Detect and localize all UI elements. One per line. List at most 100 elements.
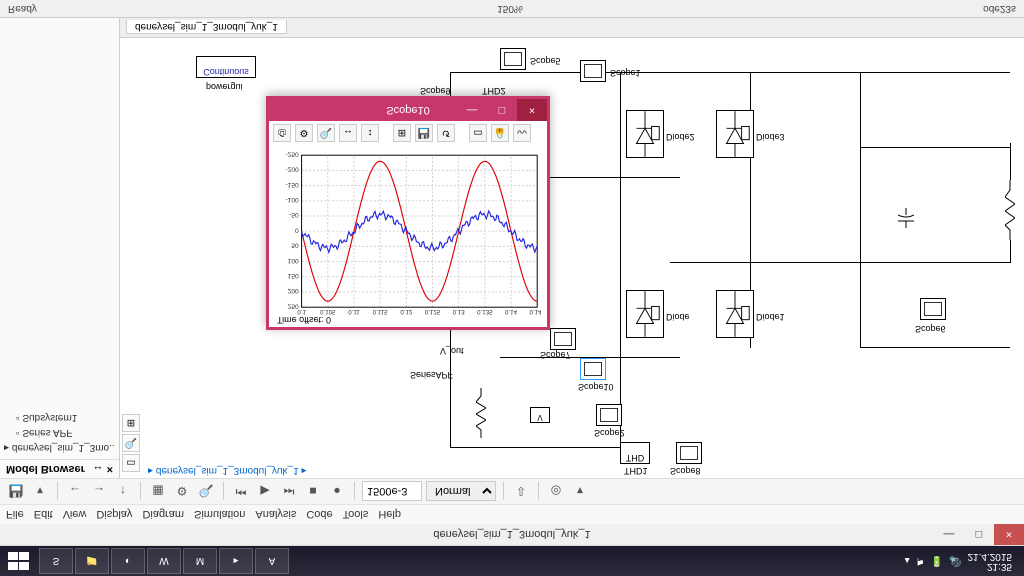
canvas-tab[interactable]: deneysel_sim_1_3modul_yuk_1: [126, 21, 287, 35]
menu-display[interactable]: Display: [96, 509, 132, 521]
menu-edit[interactable]: Edit: [34, 509, 53, 521]
svg-text:-100: -100: [285, 196, 299, 203]
diode-block[interactable]: [626, 290, 664, 338]
tray-icon[interactable]: ▴: [905, 556, 910, 567]
scope-titlebar: Scope10 — □ ×: [269, 99, 547, 121]
scope-zoomx-icon[interactable]: ↔: [339, 124, 357, 142]
save-button[interactable]: 💾: [6, 482, 26, 502]
taskbar-app[interactable]: W: [147, 548, 181, 574]
back-button[interactable]: ←: [65, 482, 85, 502]
scope-lock-icon[interactable]: 🔒: [491, 124, 509, 142]
menu-analysis[interactable]: Analysis: [255, 509, 296, 521]
tray-icon[interactable]: 🔋: [931, 556, 943, 567]
tree-item[interactable]: ▸ deneysel_sim_1_3mo...: [4, 440, 115, 455]
resistor-block[interactable]: [476, 388, 486, 438]
breadcrumb[interactable]: ▸ deneysel_sim_1_3modul_yuk_1 ▸: [148, 465, 307, 476]
menu-view[interactable]: View: [63, 509, 87, 521]
scope-zoomy-icon[interactable]: ↕: [361, 124, 379, 142]
browser-close-icon[interactable]: ↔ ×: [93, 463, 113, 475]
menu-tools[interactable]: Tools: [343, 509, 369, 521]
stop-button[interactable]: ■: [303, 482, 323, 502]
up-button[interactable]: ↑: [113, 482, 133, 502]
window-min-button[interactable]: —: [934, 524, 964, 546]
palette-fit[interactable]: ⊞: [122, 414, 140, 432]
diode1-block[interactable]: [716, 290, 754, 338]
config-button[interactable]: ⚙: [172, 482, 192, 502]
tree-item[interactable]: ▫ Subsystem1: [4, 410, 115, 425]
system-tray[interactable]: ▴ ⚑ 🔋 🔊 21:35 21.4.2015: [905, 551, 1020, 571]
scope-restore-icon[interactable]: ↺: [437, 124, 455, 142]
new-button[interactable]: ▾: [30, 482, 50, 502]
window-close-button[interactable]: ×: [994, 524, 1024, 546]
taskbar-app[interactable]: M: [183, 548, 217, 574]
svg-text:100: 100: [288, 257, 299, 264]
scope-float-icon[interactable]: ▭: [469, 124, 487, 142]
taskbar-app[interactable]: S: [39, 548, 73, 574]
diode2-block[interactable]: [626, 110, 664, 158]
scope-save-icon[interactable]: 💾: [415, 124, 433, 142]
scope-autoscale-icon[interactable]: ⊞: [393, 124, 411, 142]
powergui-block[interactable]: Continuous: [196, 56, 256, 78]
browser-tree[interactable]: ▸ deneysel_sim_1_3mo... ▫ Series APF ▫ S…: [0, 18, 119, 459]
scope-min-button[interactable]: —: [457, 99, 487, 121]
menu-help[interactable]: Help: [378, 509, 401, 521]
taskbar-app[interactable]: ◐: [111, 548, 145, 574]
model-browser: Model Browser ↔ × ▸ deneysel_sim_1_3mo...…: [0, 18, 120, 478]
scope7-block[interactable]: [550, 328, 576, 350]
run-button[interactable]: ▶: [255, 482, 275, 502]
voltage-measure[interactable]: V: [530, 407, 550, 423]
start-button[interactable]: [4, 548, 38, 574]
scope-max-button[interactable]: □: [487, 99, 517, 121]
tree-item[interactable]: ▫ Series APF: [4, 425, 115, 440]
menu-file[interactable]: File: [6, 509, 24, 521]
svg-text:0.11: 0.11: [348, 308, 360, 315]
target-button[interactable]: ◎: [546, 482, 566, 502]
record-button[interactable]: ●: [327, 482, 347, 502]
scope5-block[interactable]: [500, 48, 526, 70]
scope-zoom-icon[interactable]: 🔍: [317, 124, 335, 142]
scope-params-icon[interactable]: ⚙: [295, 124, 313, 142]
fwd-button[interactable]: →: [89, 482, 109, 502]
explorer-button[interactable]: 🔍: [196, 482, 216, 502]
deploy-button[interactable]: ▾: [570, 482, 590, 502]
stop-time-input[interactable]: [362, 482, 422, 502]
mode-select[interactable]: Normal: [426, 482, 496, 502]
step-fwd-button[interactable]: ⏭: [279, 482, 299, 502]
scope1-block[interactable]: [580, 60, 606, 82]
menu-simulation[interactable]: Simulation: [194, 509, 245, 521]
scope8-block[interactable]: [676, 442, 702, 464]
diode3-block[interactable]: [716, 110, 754, 158]
step-back-button[interactable]: ⏮: [231, 482, 251, 502]
scope-sig-icon[interactable]: 〰: [513, 124, 531, 142]
svg-text:0.125: 0.125: [425, 308, 441, 315]
tray-icon[interactable]: 🔊: [949, 556, 961, 567]
taskbar-app[interactable]: 📁: [75, 548, 109, 574]
window-max-button[interactable]: □: [964, 524, 994, 546]
scope-title: Scope10: [386, 104, 429, 116]
menu-code[interactable]: Code: [306, 509, 332, 521]
scope10-label: Scope10: [578, 382, 614, 392]
scope7-label: Scope7: [540, 350, 571, 360]
thd1-block[interactable]: THD: [620, 442, 650, 464]
scope6-block[interactable]: [920, 298, 946, 320]
taskbar-app[interactable]: A: [255, 548, 289, 574]
scope2-block[interactable]: [596, 404, 622, 426]
capacitor-block[interactable]: [898, 208, 914, 228]
scope-close-button[interactable]: ×: [517, 99, 547, 121]
model-canvas[interactable]: ▭ 🔍 ⊞ Scope4 Continuous powergui Scope9 …: [120, 18, 1024, 478]
palette-select[interactable]: ▭: [122, 454, 140, 472]
clock[interactable]: 21:35 21.4.2015: [968, 551, 1013, 571]
scope1-label: Scope1: [610, 68, 641, 78]
tray-icon[interactable]: ⚑: [916, 556, 925, 567]
taskbar-app[interactable]: ▸: [219, 548, 253, 574]
palette-zoom[interactable]: 🔍: [122, 434, 140, 452]
resistor2-block[interactable]: [1005, 180, 1015, 240]
window-title: deneysel_sim_1_3modul_yuk_1: [433, 529, 590, 541]
scope10-block[interactable]: [580, 358, 606, 380]
library-button[interactable]: ▦: [148, 482, 168, 502]
svg-text:0.135: 0.135: [477, 308, 493, 315]
browser-title: Model Browser: [6, 463, 85, 475]
scope-print-icon[interactable]: ⎙: [273, 124, 291, 142]
build-button[interactable]: ⇩: [511, 482, 531, 502]
menu-diagram[interactable]: Diagram: [142, 509, 184, 521]
